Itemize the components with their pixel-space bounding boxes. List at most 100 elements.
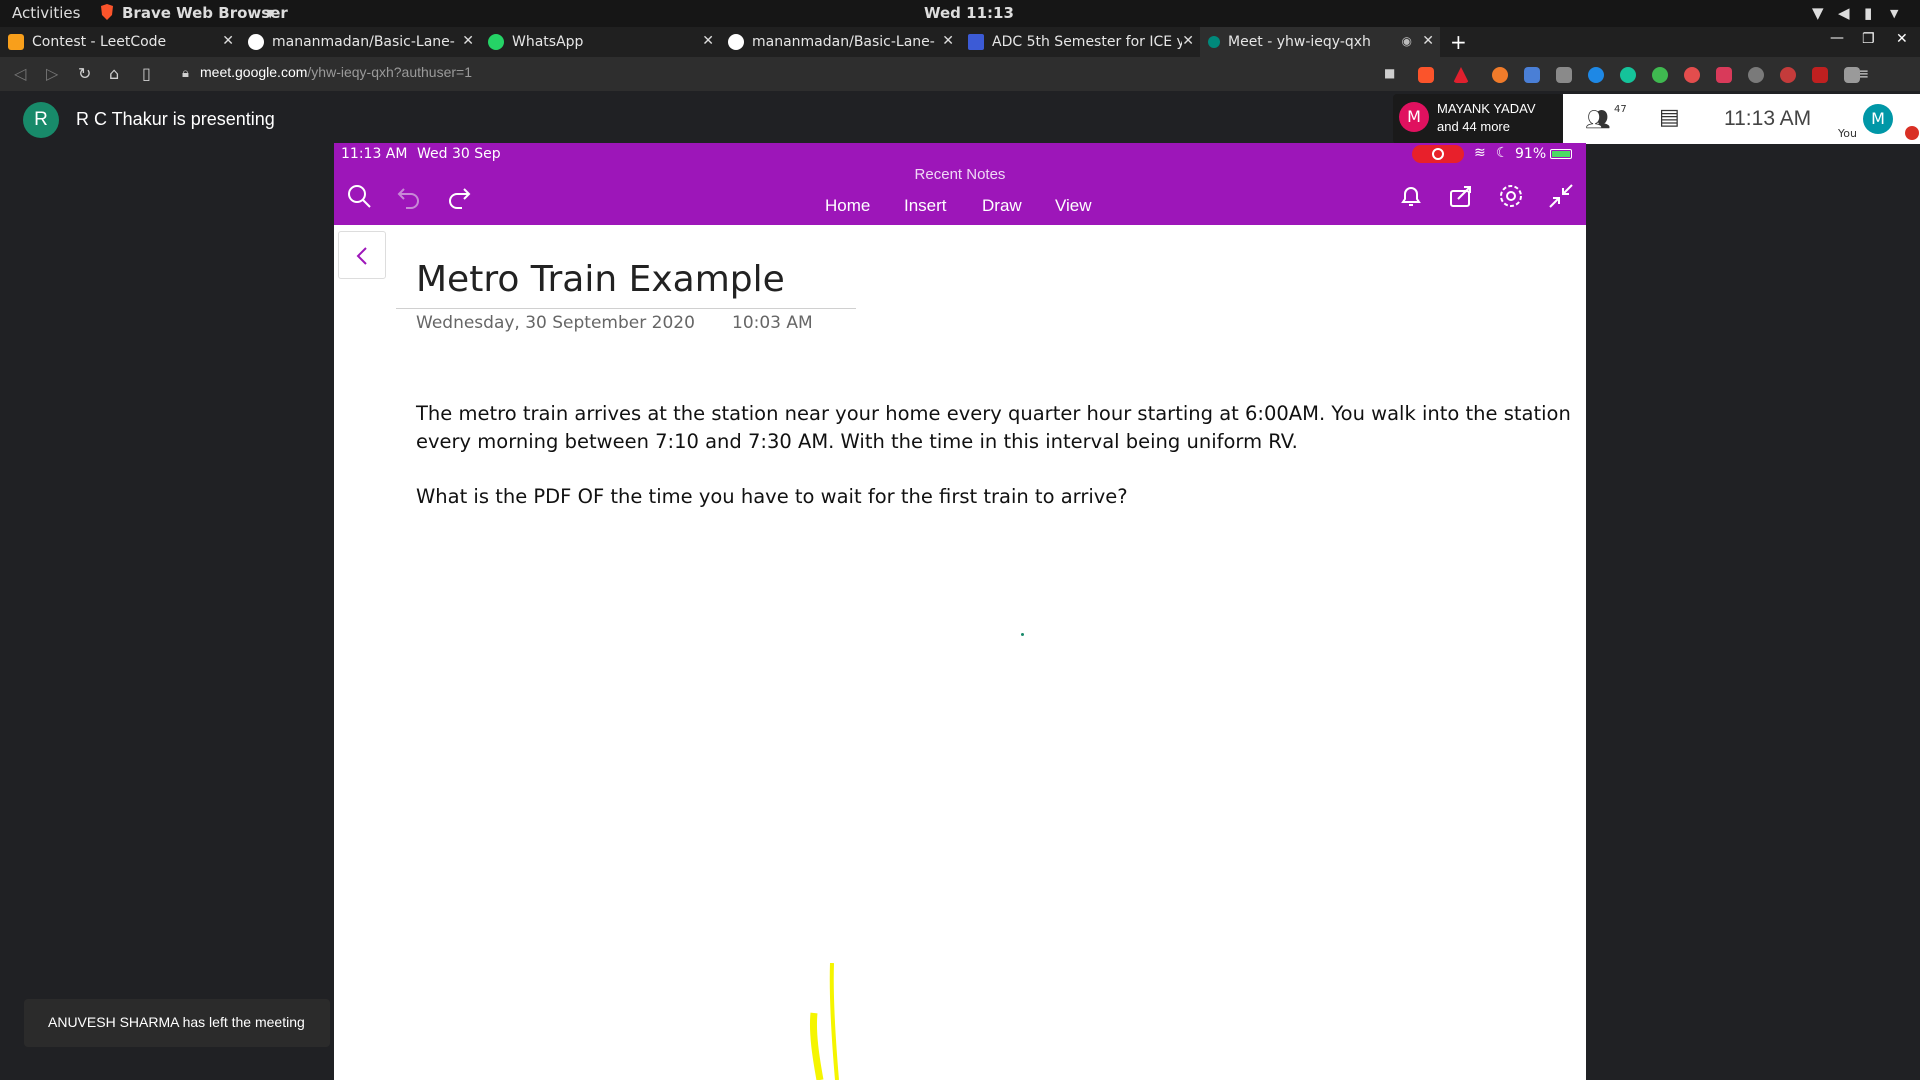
alarm-icon[interactable] xyxy=(1684,67,1700,83)
battery-status-icon xyxy=(1550,149,1572,159)
lock-icon: 🔒︎ xyxy=(182,66,189,81)
presenter-avatar: R xyxy=(23,102,59,138)
self-avatar[interactable]: M xyxy=(1863,104,1893,134)
camera-icon[interactable]: ■ xyxy=(1384,66,1395,80)
people-count: 47 xyxy=(1614,104,1627,115)
minimize-icon[interactable]: — xyxy=(1830,30,1844,46)
wifi-icon[interactable]: ▼ xyxy=(1812,4,1824,22)
note-time: 10:03 AM xyxy=(732,313,813,333)
back-button[interactable] xyxy=(338,231,386,279)
extension-2-icon[interactable] xyxy=(1556,67,1572,83)
play-icon[interactable] xyxy=(1844,67,1860,83)
restore-icon[interactable]: ❐ xyxy=(1862,31,1875,47)
record-icon[interactable] xyxy=(1780,67,1796,83)
tab-view[interactable]: View xyxy=(1055,196,1092,216)
tab-github-1[interactable]: mananmadan/Basic-Lane- ✕ xyxy=(240,27,480,57)
redo-icon[interactable] xyxy=(446,183,472,209)
people-icon[interactable]: 👥︎ xyxy=(1585,107,1610,131)
tab-github-2[interactable]: mananmadan/Basic-Lane- ✕ xyxy=(720,27,960,57)
google-icon[interactable] xyxy=(1588,67,1604,83)
system-clock[interactable]: Wed 11:13 xyxy=(924,4,1014,22)
participant-avatar: M xyxy=(1399,102,1429,132)
brave-shields-icon[interactable] xyxy=(1418,67,1434,83)
screen-recording-icon xyxy=(1412,145,1464,163)
grammarly-icon[interactable] xyxy=(1620,67,1636,83)
brave-logo-icon xyxy=(100,4,114,24)
close-icon[interactable]: ✕ xyxy=(942,33,954,49)
leetcode-icon xyxy=(8,34,24,50)
pointer-dot xyxy=(1021,633,1024,636)
chat-icon[interactable]: ▤ xyxy=(1659,105,1680,130)
undo-icon[interactable] xyxy=(396,183,422,209)
whatsapp-icon xyxy=(488,34,504,50)
translate-icon[interactable] xyxy=(1524,67,1540,83)
tab-home[interactable]: Home xyxy=(825,196,870,216)
meet-top-panel: 👥︎ 47 ▤ 11:13 AM M You xyxy=(1563,94,1920,144)
search-icon[interactable] xyxy=(346,183,372,209)
meet-icon xyxy=(1208,36,1220,48)
extension-3-icon[interactable] xyxy=(1748,67,1764,83)
chevron-left-icon xyxy=(356,247,367,265)
note-date: Wednesday, 30 September 2020 xyxy=(416,313,695,333)
tab-whatsapp[interactable]: WhatsApp ✕ xyxy=(480,27,720,57)
mic-off-icon[interactable] xyxy=(1905,126,1919,140)
presenting-label: R C Thakur is presenting xyxy=(76,109,275,129)
close-window-icon[interactable]: ✕ xyxy=(1896,31,1908,47)
app-menu-chevron-icon[interactable]: ▼ xyxy=(266,7,274,20)
bell-icon[interactable] xyxy=(1398,183,1424,209)
tab-classroom[interactable]: ADC 5th Semester for ICE y ✕ xyxy=(960,27,1200,57)
status-date: Wed 30 Sep xyxy=(417,146,501,162)
close-icon[interactable]: ✕ xyxy=(1422,33,1434,49)
extension-4-icon[interactable] xyxy=(1812,67,1828,83)
activities-button[interactable]: Activities xyxy=(12,4,80,22)
participant-tile[interactable]: M MAYANK YADAV and 44 more xyxy=(1393,94,1563,144)
url-host: meet.google.com xyxy=(200,64,308,80)
tab-meet[interactable]: Meet - yhw-ieqy-qxh ◉ ✕ xyxy=(1200,27,1440,57)
recording-indicator-icon: ◉ xyxy=(1401,34,1412,48)
tab-draw[interactable]: Draw xyxy=(982,196,1022,216)
participant-more: and 44 more xyxy=(1437,119,1510,134)
note-title[interactable]: Metro Train Example xyxy=(416,259,785,300)
system-menu-chevron-icon[interactable]: ▼ xyxy=(1890,7,1898,20)
url-bar[interactable]: meet.google.com/yhw-ieqy-qxh?authuser=1 xyxy=(200,64,472,80)
system-top-bar: Activities Brave Web Browser ▼ Wed 11:13… xyxy=(0,0,1920,27)
note-paragraph-1-line-2[interactable]: every morning between 7:10 and 7:30 AM. … xyxy=(416,428,1298,456)
add-extension-icon[interactable] xyxy=(1652,67,1668,83)
home-icon[interactable]: ⌂ xyxy=(109,64,119,83)
tab-strip: Contest - LeetCode ✕ mananmadan/Basic-La… xyxy=(0,27,1920,57)
wifi-status-icon: ≋ xyxy=(1474,145,1486,161)
self-label: You xyxy=(1838,127,1857,140)
note-paragraph-2[interactable]: What is the PDF OF the time you have to … xyxy=(416,483,1128,511)
app-menu[interactable]: Brave Web Browser xyxy=(122,4,288,22)
battery-icon[interactable]: ▮ xyxy=(1864,4,1872,22)
status-time: 11:13 AM xyxy=(341,146,408,162)
close-icon[interactable]: ✕ xyxy=(1182,33,1194,49)
github-icon xyxy=(728,34,744,50)
close-icon[interactable]: ✕ xyxy=(222,33,234,49)
close-icon[interactable]: ✕ xyxy=(702,33,714,49)
tab-insert[interactable]: Insert xyxy=(904,196,947,216)
shared-screen: 11:13 AM Wed 30 Sep ≋ ☾ 91% Recent Notes… xyxy=(334,143,1586,1080)
ink-strokes xyxy=(809,963,839,1080)
share-icon[interactable] xyxy=(1448,183,1474,209)
github-icon xyxy=(248,34,264,50)
new-tab-button[interactable]: + xyxy=(1450,30,1467,54)
participant-name: MAYANK YADAV xyxy=(1437,101,1536,116)
close-icon[interactable]: ✕ xyxy=(462,33,474,49)
volume-icon[interactable]: ◀ xyxy=(1838,4,1850,22)
reload-icon[interactable]: ↻ xyxy=(78,64,91,83)
settings-gear-icon[interactable] xyxy=(1498,183,1524,209)
extension-1-icon[interactable] xyxy=(1492,67,1508,83)
notebook-label[interactable]: Recent Notes xyxy=(334,166,1586,183)
tab-leetcode[interactable]: Contest - LeetCode ✕ xyxy=(0,27,240,57)
collapse-icon[interactable] xyxy=(1548,183,1574,209)
moon-icon: ☾ xyxy=(1496,145,1509,161)
url-path: /yhw-ieqy-qxh?authuser=1 xyxy=(307,64,473,80)
title-divider xyxy=(396,308,856,309)
back-icon[interactable]: ◁ xyxy=(14,64,26,83)
forward-icon[interactable]: ▷ xyxy=(46,64,58,83)
onenote-header: 11:13 AM Wed 30 Sep ≋ ☾ 91% Recent Notes… xyxy=(334,143,1586,225)
note-paragraph-1-line-1[interactable]: The metro train arrives at the station n… xyxy=(416,400,1571,428)
shield-icon[interactable] xyxy=(1716,67,1732,83)
bookmark-icon[interactable]: ▯ xyxy=(142,64,151,83)
